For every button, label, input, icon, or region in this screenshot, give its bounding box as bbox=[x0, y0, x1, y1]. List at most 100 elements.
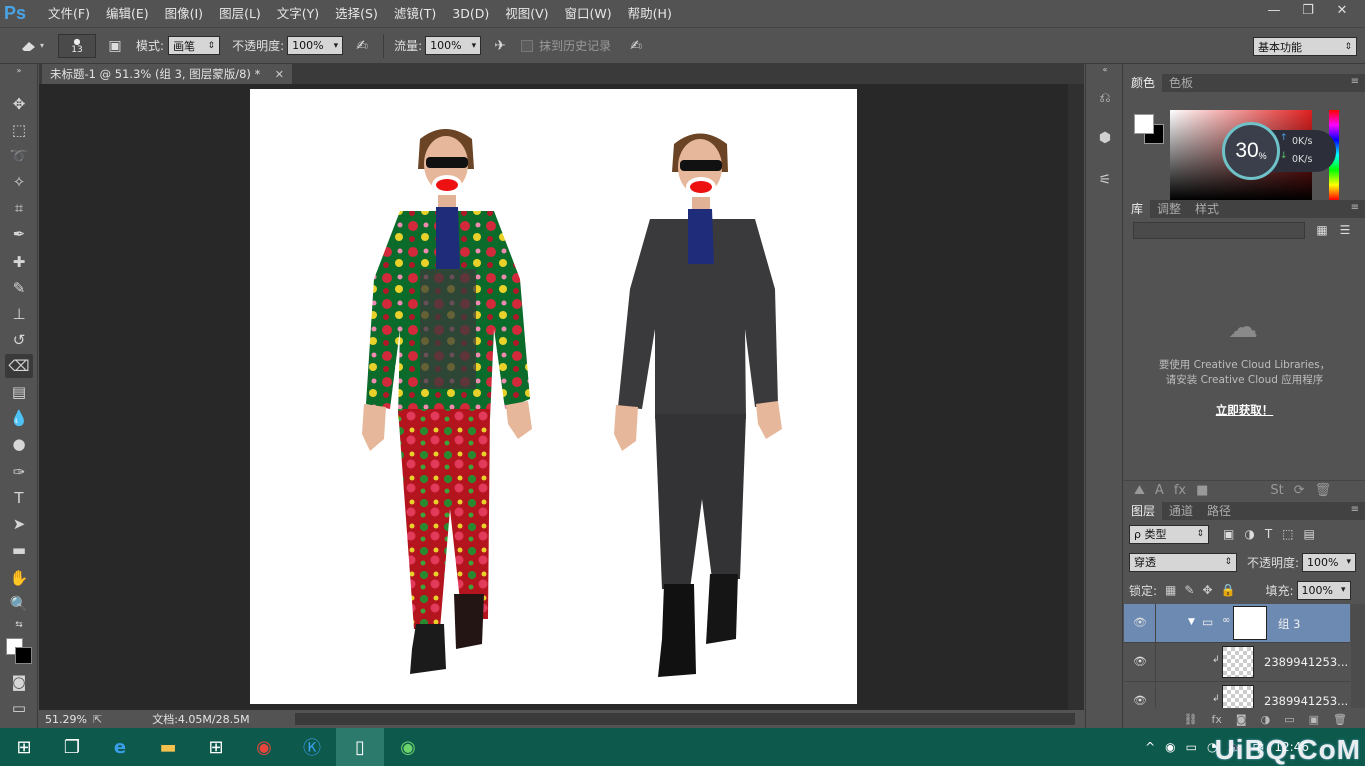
layer-image-2[interactable]: 👁 ↲ 2389941253... bbox=[1124, 682, 1350, 708]
document-canvas[interactable] bbox=[250, 89, 857, 704]
collapse-dock-icon[interactable]: « bbox=[1093, 64, 1117, 74]
close-tab-icon[interactable]: ✕ bbox=[275, 68, 284, 81]
document-app-icon[interactable]: ▯ bbox=[336, 728, 384, 766]
close-button[interactable]: ✕ bbox=[1327, 0, 1357, 20]
menu-view[interactable]: 视图(V) bbox=[497, 0, 556, 27]
layer-thumbnail[interactable] bbox=[1222, 646, 1254, 678]
restore-button[interactable]: ❐ bbox=[1293, 0, 1323, 20]
zoom-level[interactable]: 51.29% bbox=[45, 713, 89, 726]
library-select[interactable] bbox=[1133, 222, 1305, 239]
menu-layer[interactable]: 图层(L) bbox=[211, 0, 269, 27]
add-character-style-icon[interactable]: A bbox=[1155, 483, 1164, 498]
pen-tool-icon[interactable]: ✑ bbox=[5, 460, 33, 484]
filter-pixel-icon[interactable]: ▣ bbox=[1223, 527, 1234, 541]
visibility-eye-icon[interactable]: 👁 bbox=[1133, 655, 1147, 669]
menu-file[interactable]: 文件(F) bbox=[40, 0, 98, 27]
brush-tool-icon[interactable]: ✎ bbox=[5, 276, 33, 300]
list-view-icon[interactable]: ☰ bbox=[1336, 221, 1354, 239]
eraser-tool-icon[interactable]: ⌫ bbox=[5, 354, 33, 378]
screen-mode-icon[interactable]: ▭ bbox=[5, 696, 33, 720]
lock-position-icon[interactable]: ✥ bbox=[1202, 583, 1212, 597]
tray-battery-icon[interactable]: ▭ bbox=[1186, 740, 1197, 754]
lasso-tool-icon[interactable]: ➰ bbox=[5, 144, 33, 168]
file-explorer-icon[interactable]: ▬ bbox=[144, 728, 192, 766]
healing-brush-tool-icon[interactable]: ✚ bbox=[5, 250, 33, 274]
dodge-tool-icon[interactable]: ● bbox=[5, 432, 33, 456]
visibility-eye-icon[interactable]: 👁 bbox=[1133, 694, 1147, 708]
lock-all-icon[interactable]: 🔒 bbox=[1221, 583, 1236, 597]
eraser-tool-preset-icon[interactable] bbox=[18, 35, 40, 57]
task-view-icon[interactable]: ❐ bbox=[48, 728, 96, 766]
filter-type-icon[interactable]: T bbox=[1265, 527, 1272, 541]
color-panel-foreground-swatch[interactable] bbox=[1134, 114, 1154, 134]
stock-icon[interactable]: St bbox=[1270, 483, 1283, 498]
menu-window[interactable]: 窗口(W) bbox=[557, 0, 620, 27]
filter-smart-object-icon[interactable]: ▤ bbox=[1304, 527, 1315, 541]
layer-mask-thumbnail[interactable] bbox=[1233, 606, 1267, 640]
store-icon[interactable]: ⊞ bbox=[192, 728, 240, 766]
brush-panel-toggle-icon[interactable]: ▣ bbox=[104, 35, 126, 57]
add-graphic-icon[interactable]: ⛰ bbox=[1134, 483, 1145, 498]
mask-link-icon[interactable]: ∞ bbox=[1222, 615, 1230, 626]
properties-panel-icon[interactable]: ⚟ bbox=[1093, 168, 1117, 192]
add-mask-icon[interactable]: ◙ bbox=[1236, 713, 1247, 726]
expand-group-icon[interactable]: ▼ bbox=[1188, 617, 1195, 627]
filter-adjustment-icon[interactable]: ◑ bbox=[1244, 527, 1254, 541]
workspace-select[interactable]: 基本功能 ⇕ bbox=[1253, 37, 1357, 56]
menu-help[interactable]: 帮助(H) bbox=[620, 0, 680, 27]
3d-panel-icon[interactable]: ⬢ bbox=[1093, 126, 1117, 150]
move-tool-icon[interactable]: ✥ bbox=[5, 92, 33, 116]
quick-mask-icon[interactable]: ◙ bbox=[5, 670, 33, 694]
add-layer-style-icon[interactable]: fx bbox=[1212, 713, 1222, 726]
layer-image-1[interactable]: 👁 ↲ 2389941253... bbox=[1124, 643, 1350, 682]
layer-opacity-input[interactable]: 100% ▾ bbox=[1302, 552, 1357, 572]
new-group-icon[interactable]: ▭ bbox=[1284, 713, 1294, 726]
magic-wand-tool-icon[interactable]: ✧ bbox=[5, 170, 33, 194]
panel-menu-icon[interactable]: ≡ bbox=[1351, 76, 1359, 87]
visibility-eye-icon[interactable]: 👁 bbox=[1133, 616, 1147, 630]
crop-tool-icon[interactable]: ⌗ bbox=[5, 196, 33, 220]
erase-to-history-checkbox[interactable] bbox=[521, 39, 534, 52]
sync-icon[interactable]: ⟳ bbox=[1294, 483, 1305, 498]
eyedropper-tool-icon[interactable]: ✒ bbox=[5, 222, 33, 246]
fill-input[interactable]: 100% ▾ bbox=[1296, 580, 1351, 600]
menu-edit[interactable]: 编辑(E) bbox=[98, 0, 157, 27]
type-tool-icon[interactable]: T bbox=[5, 486, 33, 510]
clone-stamp-tool-icon[interactable]: ⊥ bbox=[5, 302, 33, 326]
kugou-music-icon[interactable]: Ⓚ bbox=[288, 728, 336, 766]
mode-select[interactable]: 画笔 ⇕ bbox=[168, 36, 221, 55]
tray-wechat-icon[interactable]: ◉ bbox=[1165, 740, 1175, 754]
opacity-input[interactable]: 100% ▾ bbox=[287, 36, 344, 55]
marquee-tool-icon[interactable]: ⬚ bbox=[5, 118, 33, 142]
layers-scrollbar[interactable] bbox=[1351, 604, 1365, 708]
get-now-link[interactable]: 立即获取！ bbox=[1124, 402, 1365, 418]
canvas-area[interactable] bbox=[39, 84, 1084, 710]
history-panel-icon[interactable]: ⎌ bbox=[1093, 86, 1117, 110]
minimize-button[interactable]: — bbox=[1259, 0, 1289, 20]
menu-image[interactable]: 图像(I) bbox=[157, 0, 211, 27]
add-layer-style-icon[interactable]: fx bbox=[1174, 483, 1186, 498]
chrome-browser-icon[interactable]: ◉ bbox=[240, 728, 288, 766]
delete-layer-icon[interactable]: 🗑 bbox=[1333, 713, 1347, 726]
lock-image-icon[interactable]: ✎ bbox=[1184, 583, 1194, 597]
new-layer-icon[interactable]: ▣ bbox=[1309, 713, 1319, 726]
tab-swatches[interactable]: 色板 bbox=[1162, 74, 1200, 92]
menu-type[interactable]: 文字(Y) bbox=[269, 0, 327, 27]
brush-size-picker[interactable]: ● 13 bbox=[58, 33, 97, 58]
document-tab[interactable]: 未标题-1 @ 51.3% (组 3, 图层蒙版/8) * ✕ bbox=[42, 64, 292, 84]
delete-icon[interactable]: 🗑 bbox=[1315, 483, 1332, 498]
flow-input[interactable]: 100% ▾ bbox=[425, 36, 482, 55]
link-layers-icon[interactable]: ⛓ bbox=[1184, 713, 1198, 726]
hand-tool-icon[interactable]: ✋ bbox=[5, 566, 33, 590]
path-selection-tool-icon[interactable]: ➤ bbox=[5, 512, 33, 536]
history-brush-tool-icon[interactable]: ↺ bbox=[5, 328, 33, 352]
new-adjustment-layer-icon[interactable]: ◑ bbox=[1261, 713, 1271, 726]
layer-group-3[interactable]: 👁 ▼ ▭ ∞ 组 3 bbox=[1124, 604, 1350, 643]
blend-mode-select[interactable]: 穿透 ⇕ bbox=[1129, 552, 1237, 572]
menu-filter[interactable]: 滤镜(T) bbox=[386, 0, 444, 27]
grid-view-icon[interactable]: ▦ bbox=[1313, 221, 1331, 239]
canvas-vertical-scrollbar[interactable] bbox=[1068, 84, 1084, 710]
edge-browser-icon[interactable]: e bbox=[96, 728, 144, 766]
wechat-icon[interactable]: ◉ bbox=[384, 728, 432, 766]
rectangle-tool-icon[interactable]: ▬ bbox=[5, 538, 33, 562]
